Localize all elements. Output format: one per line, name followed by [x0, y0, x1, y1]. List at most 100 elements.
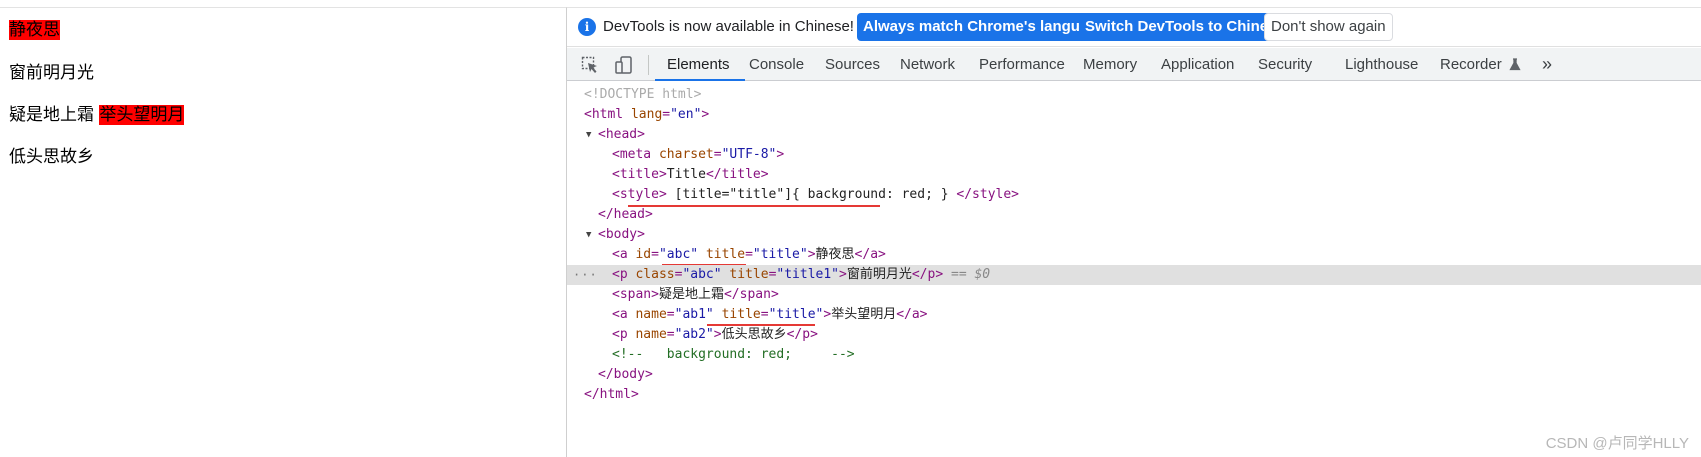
dom-line-doctype[interactable]: <!DOCTYPE html>: [567, 85, 1701, 105]
style-open-tag: <style>: [612, 187, 667, 202]
dom-line-head[interactable]: ▼ <head>: [567, 125, 1701, 145]
html-close-tag: </html>: [584, 387, 639, 402]
html-attr-value: "en": [670, 107, 702, 122]
p1-attr-class-value: "abc": [682, 267, 722, 282]
dom-line-meta[interactable]: <meta charset="UTF-8">: [567, 145, 1701, 165]
tab-memory[interactable]: Memory: [1083, 48, 1137, 81]
more-options-icon[interactable]: ···: [573, 265, 598, 285]
p2-close-tag: </p>: [786, 327, 818, 342]
head-close-tag: </head>: [598, 207, 653, 222]
span-close-tag: </span>: [723, 287, 779, 302]
infobar-message: DevTools is now available in Chinese!: [603, 18, 854, 35]
meta-open-tag: <meta: [612, 147, 652, 162]
devtools-panel: i DevTools is now available in Chinese! …: [566, 7, 1701, 457]
tab-performance[interactable]: Performance: [979, 48, 1065, 81]
line-jingyesi[interactable]: 静夜思: [9, 19, 60, 41]
dont-show-again-button[interactable]: Don't show again: [1264, 13, 1393, 41]
tab-application[interactable]: Application: [1161, 48, 1234, 81]
tab-security[interactable]: Security: [1258, 48, 1312, 81]
tab-console[interactable]: Console: [749, 48, 804, 81]
line-ditou: 低头思故乡: [9, 147, 94, 167]
rendered-page: 静夜思 窗前明月光 疑是地上霜 举头望明月 低头思故乡: [0, 7, 566, 457]
tab-network[interactable]: Network: [900, 48, 955, 81]
tab-elements[interactable]: Elements: [667, 48, 730, 81]
span-text: 疑是地上霜: [658, 287, 724, 302]
a2-attr-title: title: [721, 307, 761, 322]
p1-close-tag: </p>: [911, 267, 944, 282]
p2-attr-name-value: "ab2": [674, 327, 714, 342]
dom-line-a-abc[interactable]: <a id="abc" title="title">静夜思</a>: [567, 245, 1701, 265]
line-yishi: 疑是地上霜 举头望明月: [9, 104, 185, 126]
p1-attr-title-value: "title1": [776, 267, 840, 282]
dom-line-html-close[interactable]: </html>: [567, 385, 1701, 405]
dom-line-body[interactable]: ▼ <body>: [567, 225, 1701, 245]
dom-line-comment[interactable]: <!-- background: red; -->: [567, 345, 1701, 365]
dom-line-p-selected[interactable]: ··· <p class="abc" title="title1">窗前明月光</…: [567, 265, 1701, 285]
link-jingyesi[interactable]: 静夜思: [9, 20, 60, 40]
expand-triangle-icon[interactable]: ▼: [586, 125, 591, 145]
device-toggle-icon[interactable]: [614, 55, 634, 75]
a1-text: 静夜思: [815, 247, 855, 262]
watermark: CSDN @卢同学HLLY: [1545, 435, 1689, 452]
dom-line-title[interactable]: <title>Title</title>: [567, 165, 1701, 185]
body-open-tag: <body>: [598, 227, 645, 242]
body-close-tag: </body>: [598, 367, 653, 382]
tab-recorder[interactable]: Recorder: [1440, 48, 1521, 81]
always-match-language-button[interactable]: Always match Chrome's language: [857, 13, 1112, 41]
span-open-tag: <span>: [612, 287, 659, 302]
toolbar-divider: [648, 55, 649, 75]
selected-node-marker: == $0: [951, 267, 991, 282]
active-tab-indicator: [655, 79, 745, 81]
p2-open-tag: <p: [612, 327, 628, 342]
a1-attr-id: id: [635, 247, 652, 262]
p2-attr-name: name: [635, 327, 667, 342]
a2-attr-name-value: "ab1": [674, 307, 714, 322]
inspect-icon[interactable]: [580, 55, 600, 75]
span-yishi: 疑是地上霜: [9, 105, 94, 125]
html-attr: lang: [630, 107, 663, 122]
tab-lighthouse[interactable]: Lighthouse: [1345, 48, 1418, 81]
meta-attr: charset: [658, 147, 714, 162]
flask-icon: [1509, 58, 1521, 71]
a2-open-tag: <a: [612, 307, 628, 322]
p1-text: 窗前明月光: [846, 267, 912, 282]
p1-attr-class: class: [635, 267, 675, 282]
dom-line-span[interactable]: <span>疑是地上霜</span>: [567, 285, 1701, 305]
language-infobar: i DevTools is now available in Chinese! …: [567, 8, 1701, 47]
more-tabs-button[interactable]: »: [1542, 48, 1552, 81]
p1-open-tag: <p: [612, 267, 628, 282]
p2-text: 低头思故乡: [721, 327, 787, 342]
a1-attr-title-value: "title": [752, 247, 808, 262]
a1-close-tag: </a>: [854, 247, 886, 262]
a1-open-tag: <a: [612, 247, 628, 262]
a2-attr-title-value: "title": [768, 307, 824, 322]
dom-line-p-ab2[interactable]: <p name="ab2">低头思故乡</p>: [567, 325, 1701, 345]
html-comment: <!-- background: red; -->: [612, 347, 855, 362]
link-jutou[interactable]: 举头望明月: [99, 105, 185, 125]
meta-close: >: [776, 147, 785, 162]
a1-attr-id-value: "abc": [658, 247, 699, 262]
doctype: <!DOCTYPE html>: [584, 87, 702, 102]
style-css-text: [title="title"]{ background: red; }: [674, 187, 949, 202]
p1-attr-title: title: [729, 267, 769, 282]
line-chuangqian: 窗前明月光: [9, 63, 94, 83]
tab-sources[interactable]: Sources: [825, 48, 880, 81]
dom-line-html[interactable]: <html lang="en">: [567, 105, 1701, 125]
info-icon: i: [578, 18, 596, 36]
style-close-tag: </style>: [956, 187, 1020, 202]
meta-attr-value: "UTF-8": [721, 147, 777, 162]
html-open-tag: <html: [584, 107, 624, 122]
dom-line-a-ab1[interactable]: <a name="ab1" title="title">举头望明月</a>: [567, 305, 1701, 325]
expand-triangle-icon[interactable]: ▼: [586, 225, 591, 245]
devtools-tabbar: Elements Console Sources Network Perform…: [567, 48, 1701, 81]
title-open-tag: <title>: [612, 167, 667, 182]
a1-attr-title: title: [705, 247, 746, 262]
switch-to-chinese-button[interactable]: Switch DevTools to Chinese: [1079, 13, 1291, 41]
dom-line-style[interactable]: <style> [title="title"]{ background: red…: [567, 185, 1701, 205]
tab-recorder-label: Recorder: [1440, 56, 1502, 73]
a2-attr-name: name: [635, 307, 667, 322]
dom-line-head-close[interactable]: </head>: [567, 205, 1701, 225]
dom-line-body-close[interactable]: </body>: [567, 365, 1701, 385]
a2-close-tag: </a>: [896, 307, 928, 322]
title-close-tag: </title>: [705, 167, 769, 182]
